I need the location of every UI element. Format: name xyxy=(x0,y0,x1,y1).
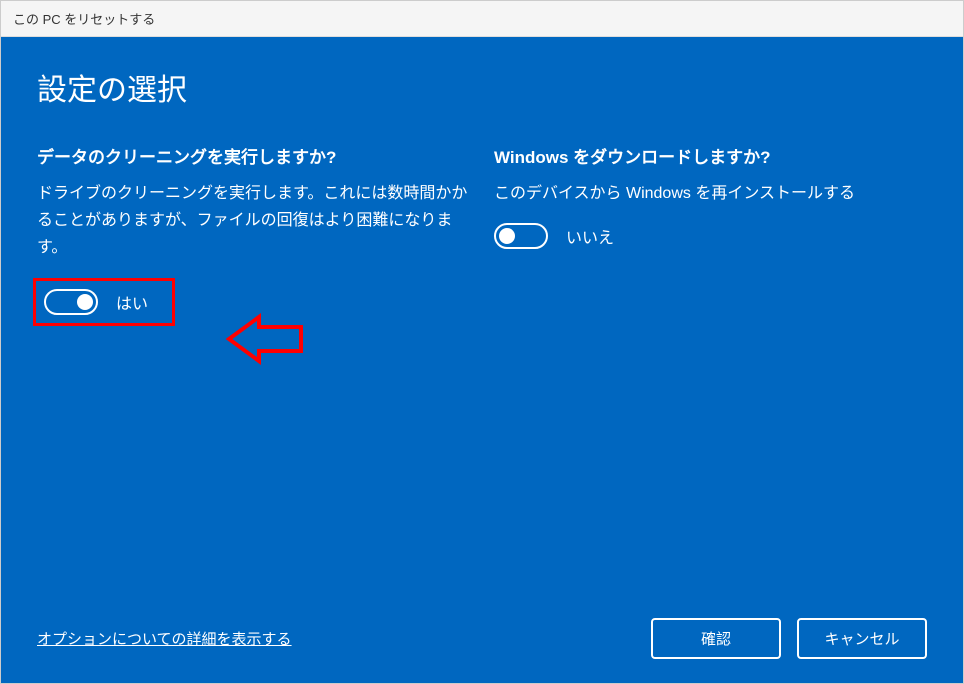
highlight-annotation: はい xyxy=(33,278,175,326)
details-link[interactable]: オプションについての詳細を表示する xyxy=(37,628,292,649)
download-windows-description: このデバイスから Windows を再インストールする xyxy=(494,180,927,207)
clean-data-toggle-label: はい xyxy=(116,290,148,314)
reset-pc-dialog: この PC をリセットする 設定の選択 データのクリーニングを実行しますか? ド… xyxy=(0,0,964,684)
options-columns: データのクリーニングを実行しますか? ドライブのクリーニングを実行します。これに… xyxy=(37,143,927,326)
toggle-knob-icon xyxy=(499,228,515,244)
page-title: 設定の選択 xyxy=(37,65,927,109)
dialog-footer: オプションについての詳細を表示する 確認 キャンセル xyxy=(37,598,927,659)
download-windows-toggle[interactable] xyxy=(494,223,548,249)
toggle-knob-icon xyxy=(77,294,93,310)
clean-data-column: データのクリーニングを実行しますか? ドライブのクリーニングを実行します。これに… xyxy=(37,143,470,326)
clean-data-toggle[interactable] xyxy=(44,289,98,315)
download-windows-toggle-row: いいえ xyxy=(494,223,614,249)
confirm-button[interactable]: 確認 xyxy=(651,618,781,659)
cancel-button[interactable]: キャンセル xyxy=(797,618,927,659)
arrow-annotation-icon xyxy=(219,309,309,374)
download-windows-question: Windows をダウンロードしますか? xyxy=(494,143,927,168)
clean-data-question: データのクリーニングを実行しますか? xyxy=(37,143,470,168)
footer-buttons: 確認 キャンセル xyxy=(651,618,927,659)
dialog-content: 設定の選択 データのクリーニングを実行しますか? ドライブのクリーニングを実行し… xyxy=(1,37,963,683)
clean-data-description: ドライブのクリーニングを実行します。これには数時間かかることがありますが、ファイ… xyxy=(37,180,470,262)
download-windows-toggle-label: いいえ xyxy=(566,224,614,248)
window-titlebar: この PC をリセットする xyxy=(1,1,963,37)
window-title: この PC をリセットする xyxy=(13,12,155,27)
download-windows-column: Windows をダウンロードしますか? このデバイスから Windows を再… xyxy=(494,143,927,326)
